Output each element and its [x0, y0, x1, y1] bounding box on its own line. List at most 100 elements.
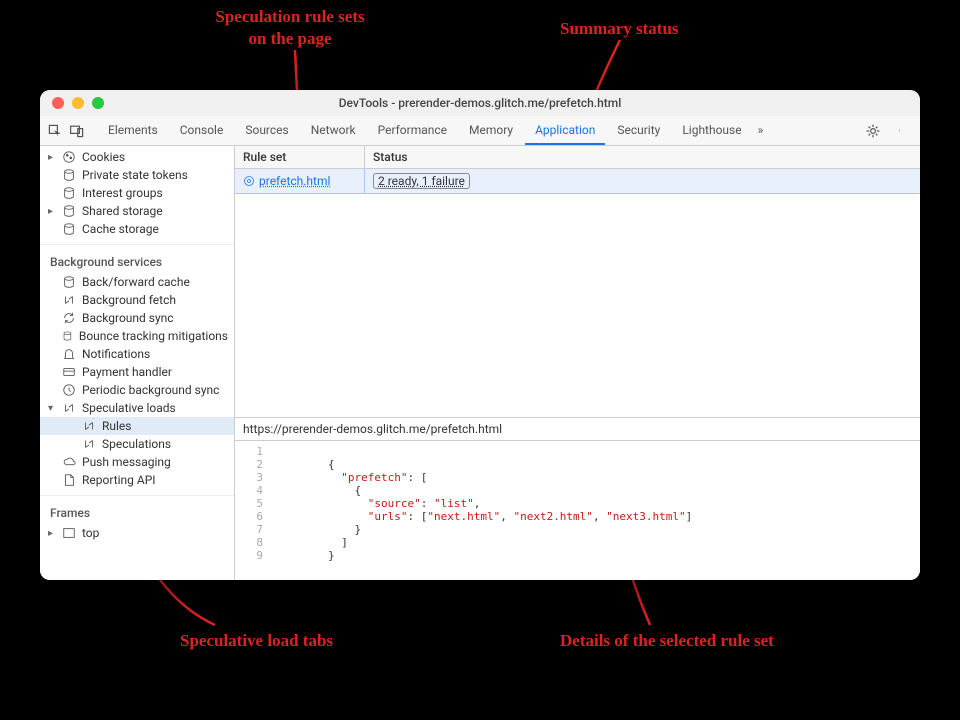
code-line: 5 "source": "list", — [235, 497, 920, 510]
sidebar-item-cookies[interactable]: Cookies — [40, 148, 234, 166]
tab-security[interactable]: Security — [607, 117, 670, 145]
sidebar-item-bfc[interactable]: Back/forward cache — [40, 273, 234, 291]
tab-memory[interactable]: Memory — [459, 117, 523, 145]
fetch-icon — [62, 293, 76, 307]
sidebar-item-cs[interactable]: Cache storage — [40, 220, 234, 238]
sidebar-label: Background fetch — [82, 293, 176, 307]
code-line: 8 ] — [235, 536, 920, 549]
target-icon — [243, 175, 255, 187]
sidebar-item-sl[interactable]: Speculative loads — [40, 399, 234, 417]
sidebar-label: Cache storage — [82, 222, 159, 236]
database-icon — [62, 222, 76, 236]
code-line: 4 { — [235, 484, 920, 497]
tab-lighthouse[interactable]: Lighthouse — [672, 117, 751, 145]
database-icon — [62, 275, 76, 289]
sidebar-label: Notifications — [82, 347, 150, 361]
sidebar-label: Interest groups — [82, 186, 163, 200]
code-line: 9 } — [235, 549, 920, 562]
devtools-window: DevTools - prerender-demos.glitch.me/pre… — [40, 90, 920, 580]
kebab-icon[interactable] — [892, 122, 910, 140]
table-header: Rule set Status — [235, 146, 920, 169]
tab-sources[interactable]: Sources — [235, 117, 298, 145]
sync-icon — [62, 311, 76, 325]
sidebar-item-ss[interactable]: Shared storage — [40, 202, 234, 220]
panel-tabs: Elements Console Sources Network Perform… — [98, 117, 860, 145]
status-badge[interactable]: 2 ready, 1 failure — [373, 173, 470, 189]
sidebar-item-top[interactable]: top — [40, 524, 234, 542]
col-rule-set: Rule set — [235, 146, 365, 168]
code-line: 6 "urls": ["next.html", "next2.html", "n… — [235, 510, 920, 523]
inspect-icon[interactable] — [46, 122, 64, 140]
database-icon — [62, 329, 73, 343]
database-icon — [62, 186, 76, 200]
sidebar-item-rules[interactable]: Rules — [40, 417, 234, 435]
window-title: DevTools - prerender-demos.glitch.me/pre… — [40, 96, 920, 110]
database-icon — [62, 204, 76, 218]
annot-rulesets: Speculation rule setson the page — [180, 6, 400, 50]
sidebar-section-bg: Background services — [40, 244, 234, 273]
sidebar-item-spec[interactable]: Speculations — [40, 435, 234, 453]
tab-performance[interactable]: Performance — [368, 117, 457, 145]
source-url: https://prerender-demos.glitch.me/prefet… — [235, 417, 920, 440]
sidebar-label: Back/forward cache — [82, 275, 190, 289]
sidebar-label: Rules — [102, 419, 131, 433]
titlebar: DevTools - prerender-demos.glitch.me/pre… — [40, 90, 920, 116]
table-empty-area — [235, 194, 920, 417]
gear-icon[interactable] — [864, 122, 882, 140]
close-icon[interactable] — [52, 97, 64, 109]
sidebar-item-bs[interactable]: Background sync — [40, 309, 234, 327]
sidebar-label: Cookies — [82, 150, 125, 164]
code-line: 2 { — [235, 458, 920, 471]
sidebar-label: Push messaging — [82, 455, 171, 469]
sidebar-item-pm[interactable]: Push messaging — [40, 453, 234, 471]
sidebar-item-bf[interactable]: Background fetch — [40, 291, 234, 309]
col-status: Status — [365, 146, 920, 168]
sidebar-label: Payment handler — [82, 365, 172, 379]
sidebar-label: Reporting API — [82, 473, 156, 487]
traffic-lights — [40, 97, 104, 109]
sidebar-item-btm[interactable]: Bounce tracking mitigations — [40, 327, 234, 345]
device-toggle-icon[interactable] — [68, 122, 86, 140]
tab-console[interactable]: Console — [170, 117, 234, 145]
minimize-icon[interactable] — [72, 97, 84, 109]
tab-elements[interactable]: Elements — [98, 117, 168, 145]
sidebar-item-ig[interactable]: Interest groups — [40, 184, 234, 202]
sidebar-label: Speculations — [102, 437, 171, 451]
sidebar-label: Speculative loads — [82, 401, 176, 415]
tab-application[interactable]: Application — [525, 117, 605, 145]
code-line: 1 — [235, 445, 920, 458]
fetch-icon — [82, 437, 96, 451]
cookies-icon — [62, 150, 76, 164]
tab-network[interactable]: Network — [301, 117, 366, 145]
toolbar: Elements Console Sources Network Perform… — [40, 116, 920, 146]
code-panel: 1 2 {3 "prefetch": [4 {5 "source": "list… — [235, 440, 920, 580]
sidebar-section-frames: Frames — [40, 495, 234, 524]
sidebar-item-notif[interactable]: Notifications — [40, 345, 234, 363]
annot-tabs: Speculative load tabs — [180, 630, 333, 652]
zoom-icon[interactable] — [92, 97, 104, 109]
sidebar-label: Shared storage — [82, 204, 163, 218]
fetch-icon — [62, 401, 76, 415]
database-icon — [62, 168, 76, 182]
sidebar-label: top — [82, 526, 99, 540]
rule-set-name: prefetch.html — [259, 174, 330, 188]
clock-icon — [62, 383, 76, 397]
annot-summary: Summary status — [560, 18, 679, 40]
bell-icon — [62, 347, 76, 361]
rule-set-link[interactable]: prefetch.html — [235, 169, 365, 193]
sidebar-item-pst[interactable]: Private state tokens — [40, 166, 234, 184]
main-panel: Rule set Status prefetch.html 2 ready, 1… — [235, 146, 920, 580]
sidebar-item-pbs[interactable]: Periodic background sync — [40, 381, 234, 399]
tabs-overflow[interactable]: » — [754, 117, 768, 145]
code-line: 7 } — [235, 523, 920, 536]
frame-icon — [62, 526, 76, 540]
file-icon — [62, 473, 76, 487]
card-icon — [62, 365, 76, 379]
sidebar-item-rapi[interactable]: Reporting API — [40, 471, 234, 489]
table-row[interactable]: prefetch.html 2 ready, 1 failure — [235, 169, 920, 194]
sidebar-label: Periodic background sync — [82, 383, 219, 397]
sidebar: Cookies Private state tokens Interest gr… — [40, 146, 235, 580]
sidebar-label: Background sync — [82, 311, 174, 325]
sidebar-item-ph[interactable]: Payment handler — [40, 363, 234, 381]
sidebar-label: Bounce tracking mitigations — [79, 329, 228, 343]
